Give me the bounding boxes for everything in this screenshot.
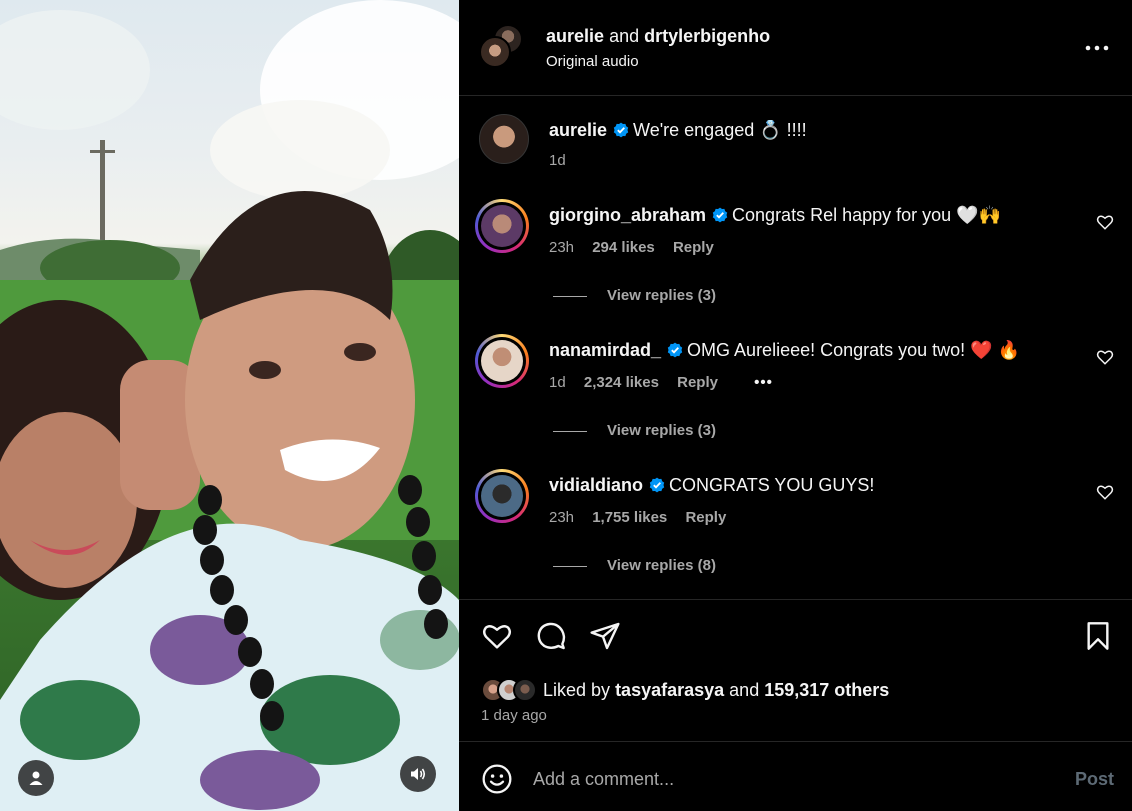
avatar[interactable] [479, 114, 529, 164]
author-link-drtylerbigenho[interactable]: drtylerbigenho [644, 26, 770, 46]
comment-like-button[interactable] [1096, 348, 1114, 366]
comment-line: vidialdiano CONGRATS YOU GUYS! [549, 475, 874, 496]
reply-button[interactable]: Reply [685, 509, 726, 526]
comment-icon [537, 622, 566, 650]
save-button[interactable] [1082, 620, 1114, 652]
comment-input[interactable] [533, 764, 1033, 794]
comment-like-button[interactable] [1096, 213, 1114, 231]
comment-like-button[interactable] [1096, 483, 1114, 501]
authors-joiner: and [609, 26, 640, 46]
more-options-button[interactable] [1083, 36, 1111, 60]
replies-divider [553, 565, 587, 567]
caption-line: aurelie We're engaged 💍 !!!! [549, 120, 807, 141]
comment-item: nanamirdad_ OMG Aurelieee! Congrats you t… [475, 334, 1125, 464]
comment-username[interactable]: vidialdiano [549, 475, 643, 495]
caption-age[interactable]: 1d [549, 152, 566, 169]
comment-text: Congrats Rel happy for you 🤍🙌 [732, 205, 1001, 225]
post-panel: aurelie and drtylerbigenho Original audi… [459, 0, 1132, 811]
comment-item: giorgino_abraham Congrats Rel happy for y… [475, 199, 1125, 329]
post-media[interactable] [0, 0, 459, 811]
post-actions: Liked by tasyafarasya and 159,317 others… [459, 599, 1132, 741]
comment-likes[interactable]: 2,324 likes [584, 374, 659, 391]
view-replies-button[interactable]: View replies (3) [553, 287, 716, 304]
emoji-button[interactable] [481, 763, 513, 795]
liked-by-others[interactable]: 159,317 others [764, 680, 889, 700]
view-replies-label: View replies (8) [607, 557, 716, 574]
replies-divider [553, 295, 587, 297]
post-timestamp[interactable]: 1 day ago [481, 707, 547, 724]
comment-meta: 1d 2,324 likes Reply ••• [549, 374, 787, 391]
comment-meta: 23h 294 likes Reply [549, 239, 728, 256]
speaker-icon [411, 768, 426, 780]
comment-likes[interactable]: 294 likes [592, 239, 655, 256]
heart-icon [1096, 485, 1114, 500]
like-button[interactable] [481, 620, 513, 652]
avatar [479, 36, 511, 68]
comment-item: vidialdiano CONGRATS YOU GUYS! 23h 1,755 … [475, 469, 1125, 599]
replies-divider [553, 430, 587, 432]
reply-button[interactable]: Reply [673, 239, 714, 256]
comment-age[interactable]: 23h [549, 509, 574, 526]
post-caption: aurelie We're engaged 💍 !!!! 1d [479, 114, 1099, 174]
post-comment-button[interactable]: Post [1075, 769, 1114, 790]
audio-toggle-button[interactable] [400, 756, 436, 792]
heart-icon [1096, 215, 1114, 230]
user-icon [29, 771, 43, 785]
caption-username[interactable]: aurelie [549, 120, 607, 140]
verified-badge-icon [667, 342, 683, 358]
view-replies-label: View replies (3) [607, 287, 716, 304]
audio-link[interactable]: Original audio [546, 53, 639, 70]
comment-text: OMG Aurelieee! Congrats you two! ❤️ 🔥 [687, 340, 1021, 360]
engagement-photo [0, 0, 459, 811]
emoji-icon [482, 764, 512, 794]
comment-line: giorgino_abraham Congrats Rel happy for y… [549, 205, 1001, 226]
liked-by-joiner: and [729, 679, 760, 700]
heart-icon [483, 625, 511, 649]
comment-button[interactable] [535, 620, 567, 652]
liked-by-prefix: Liked by [543, 679, 611, 700]
heart-icon [1096, 350, 1114, 365]
send-icon [590, 622, 620, 650]
comment-likes[interactable]: 1,755 likes [592, 509, 667, 526]
comment-username[interactable]: giorgino_abraham [549, 205, 706, 225]
tagged-users-button[interactable] [18, 760, 54, 796]
comment-age[interactable]: 1d [549, 374, 566, 391]
view-replies-button[interactable]: View replies (8) [553, 557, 716, 574]
reply-button[interactable]: Reply [677, 374, 718, 391]
avatar [481, 340, 523, 382]
share-button[interactable] [589, 620, 621, 652]
avatar [481, 205, 523, 247]
liked-by-user[interactable]: tasyafarasya [615, 680, 724, 700]
comment-options-button[interactable]: ••• [754, 374, 773, 391]
verified-badge-icon [613, 122, 629, 138]
comment-username[interactable]: nanamirdad_ [549, 340, 661, 360]
comment-age[interactable]: 23h [549, 239, 574, 256]
verified-badge-icon [712, 207, 728, 223]
comment-composer: Post [459, 741, 1132, 811]
story-ring[interactable] [475, 469, 529, 523]
liked-by-text: Liked by tasyafarasya and 159,317 others [543, 680, 889, 701]
verified-badge-icon [649, 477, 665, 493]
avatar [481, 475, 523, 517]
comment-line: nanamirdad_ OMG Aurelieee! Congrats you t… [549, 340, 1020, 361]
caption-text: We're engaged 💍 !!!! [633, 120, 807, 140]
bookmark-icon [1087, 622, 1109, 650]
view-replies-button[interactable]: View replies (3) [553, 422, 716, 439]
post-header: aurelie and drtylerbigenho Original audi… [459, 0, 1132, 96]
more-horizontal-icon [1085, 45, 1109, 51]
comment-text: CONGRATS YOU GUYS! [669, 475, 875, 495]
story-ring[interactable] [475, 334, 529, 388]
post-authors: aurelie and drtylerbigenho [546, 26, 770, 47]
comment-meta: 23h 1,755 likes Reply [549, 509, 740, 526]
avatar [513, 678, 537, 702]
collab-avatars[interactable] [479, 24, 523, 72]
author-link-aurelie[interactable]: aurelie [546, 26, 604, 46]
story-ring[interactable] [475, 199, 529, 253]
liked-by: Liked by tasyafarasya and 159,317 others [481, 676, 889, 704]
view-replies-label: View replies (3) [607, 422, 716, 439]
